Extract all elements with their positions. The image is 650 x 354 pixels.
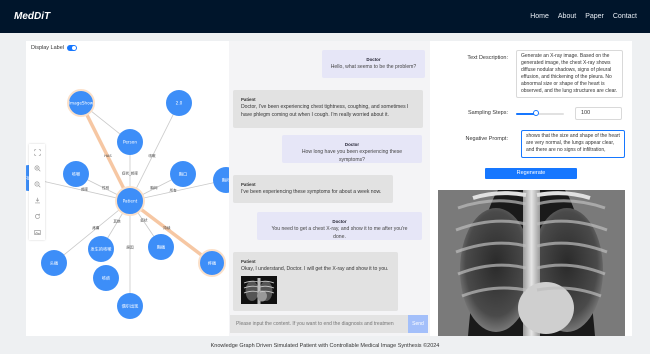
message-text: I've been experiencing these symptoms fo… xyxy=(241,189,382,195)
graph-node-label: 胸闷 xyxy=(222,177,229,184)
graph-node-label: 咳嗽 xyxy=(72,171,81,178)
image-icon[interactable] xyxy=(33,228,41,236)
message-sender: Patient xyxy=(241,182,256,187)
graph-node-label: 疼痛 xyxy=(208,260,216,267)
chat-input[interactable] xyxy=(230,315,408,333)
graph-node[interactable]: Person xyxy=(117,129,143,155)
graph-node-label: 发生的咳嗽 xyxy=(91,246,113,253)
graph-node-label: 2.0 xyxy=(176,101,183,106)
message-sender: Doctor xyxy=(366,57,381,62)
graph-node[interactable]: 胸闷 xyxy=(213,167,229,193)
display-label-switch[interactable] xyxy=(67,45,78,51)
edge-label: 胸闷 xyxy=(150,185,158,190)
edge-label: 性别 xyxy=(102,185,110,190)
generated-xray-image xyxy=(438,190,625,336)
display-label-text: Display Label xyxy=(31,45,65,51)
chat-message-doctor: Doctor You need to get a chest X-ray, an… xyxy=(257,212,422,240)
graph-node-label: 偶尔出现 xyxy=(122,303,139,310)
regenerate-button[interactable]: Regenerate xyxy=(485,168,577,179)
chat-message-doctor: Doctor How long have you been experienci… xyxy=(282,135,422,163)
negative-prompt-field[interactable]: shows that the size and shape of the hea… xyxy=(521,130,625,158)
send-button[interactable]: Send xyxy=(408,315,428,333)
slider-handle[interactable] xyxy=(533,110,540,116)
nav-contact-link[interactable]: Contact xyxy=(613,13,637,20)
edge-label: 症状 xyxy=(140,218,148,223)
brand-logo[interactable]: MedDiT xyxy=(14,11,50,22)
nav-home-link[interactable]: Home xyxy=(530,13,549,20)
display-label-toggle-row: Display Label xyxy=(31,45,78,51)
text-description-label: Text Description: xyxy=(467,55,508,61)
edge-label: 其他 xyxy=(113,219,121,224)
zoom-out-icon[interactable] xyxy=(33,180,41,188)
footer-text: Knowledge Graph Driven Simulated Patient… xyxy=(210,343,440,349)
image-generation-panel: Text Description: Generate an X-ray imag… xyxy=(430,41,632,336)
knowledge-graph[interactable]: HAS 咳嗽症状_频率性别 胸闷频率 所有疼痛其他 症状持续原因 ImageShow 2.… xyxy=(26,41,229,336)
graph-node[interactable]: 胸痛 xyxy=(148,234,174,260)
message-text: Hello, what seems to be the problem? xyxy=(330,64,417,70)
graph-node-label: 胸痛 xyxy=(157,244,165,251)
knowledge-graph-panel: HAS 咳嗽 症状_频率 性别 胸闷 频率 所有 疼痛 其他 症状 持续 原因 ImageShow 2.… xyxy=(26,41,229,336)
message-sender: Doctor xyxy=(332,219,347,224)
message-text: How long have you been experiencing thes… xyxy=(301,149,403,163)
nav-about-link[interactable]: About xyxy=(558,13,576,20)
zoom-in-icon[interactable] xyxy=(33,164,41,172)
graph-node[interactable]: 头痛 xyxy=(41,250,67,276)
top-navbar: MedDiT Home About Paper Contact xyxy=(0,0,650,33)
chat-panel: Doctor Hello, what seems to be the probl… xyxy=(229,41,430,336)
graph-node[interactable]: 咳痰 xyxy=(93,265,119,291)
nav-links: Home About Paper Contact xyxy=(530,13,637,20)
graph-node[interactable]: 咳嗽 xyxy=(63,161,89,187)
edge-label: 咳嗽 xyxy=(148,153,156,158)
graph-toolbar xyxy=(29,144,45,240)
graph-node-label: ImageShow xyxy=(69,101,94,106)
graph-node[interactable]: 胸口 xyxy=(170,161,196,187)
message-text: Doctor, I've been experiencing chest tig… xyxy=(241,104,409,118)
edge-label: 症状_频率 xyxy=(122,170,139,175)
nav-paper-link[interactable]: Paper xyxy=(585,13,604,20)
graph-node[interactable]: ImageShow xyxy=(67,89,95,117)
edge-label: 疼痛 xyxy=(92,225,100,230)
edge-label: 持续 xyxy=(163,225,171,230)
graph-node-label: 胸口 xyxy=(179,171,187,178)
chat-message-patient: Patient I've been experiencing these sym… xyxy=(233,175,393,203)
graph-node[interactable]: 2.0 xyxy=(166,90,192,116)
graph-node-label: 头痛 xyxy=(50,260,58,267)
message-sender: Patient xyxy=(241,259,256,264)
graph-node[interactable]: 偶尔出现 xyxy=(117,293,143,319)
edge-label: 原因 xyxy=(126,244,134,249)
chat-message-patient: Patient Okay, I understand, Doctor. I wi… xyxy=(233,252,398,311)
sampling-steps-label: Sampling Steps: xyxy=(467,110,508,116)
download-icon[interactable] xyxy=(33,196,41,204)
fit-icon[interactable] xyxy=(33,148,41,156)
graph-node[interactable]: Patient xyxy=(115,186,145,216)
graph-node[interactable]: 疼痛 xyxy=(198,249,226,277)
refresh-icon[interactable] xyxy=(33,212,41,220)
message-sender: Patient xyxy=(241,97,256,102)
negative-prompt-label: Negative Prompt: xyxy=(465,136,509,142)
sampling-steps-slider[interactable] xyxy=(516,110,564,116)
xray-thumbnail[interactable] xyxy=(241,276,277,304)
chat-message-patient: Patient Doctor, I've been experiencing c… xyxy=(233,90,423,128)
edge-label: HAS xyxy=(104,154,112,158)
message-text: Okay, I understand, Doctor. I will get t… xyxy=(241,266,389,272)
graph-node[interactable]: 发生的咳嗽 xyxy=(88,236,114,262)
message-sender: Doctor xyxy=(344,142,360,147)
chat-message-doctor: Doctor Hello, what seems to be the probl… xyxy=(322,50,425,78)
text-description-field[interactable]: Generate an X-ray image. Based on the ge… xyxy=(516,50,623,98)
graph-node-label: 咳痰 xyxy=(102,275,111,282)
edge-label: 所有 xyxy=(170,188,178,193)
edge-label: 频率 xyxy=(81,187,89,192)
message-text: You need to get a chest X-ray, and show … xyxy=(271,226,408,240)
graph-node-label: Person xyxy=(123,140,137,145)
graph-node-label: Patient xyxy=(123,199,138,204)
sampling-steps-input[interactable]: 100 xyxy=(575,107,622,120)
